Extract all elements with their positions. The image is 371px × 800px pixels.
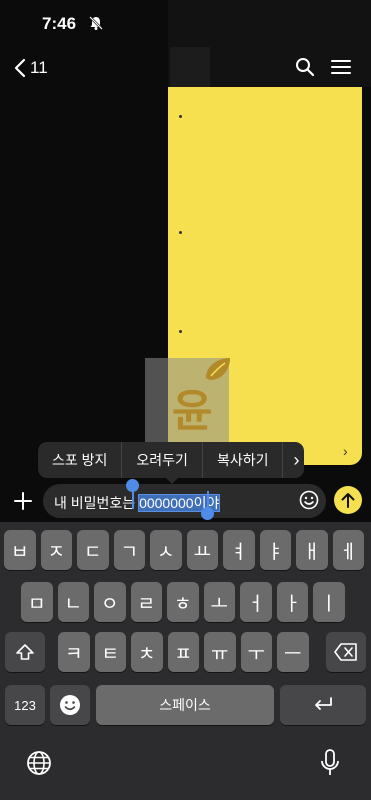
key[interactable]: ㅔ (332, 530, 364, 570)
message-thumbnail[interactable] (170, 47, 210, 87)
emoticon-logo: 윤 (170, 356, 232, 437)
key[interactable]: ㄹ (130, 582, 162, 622)
backspace-icon (334, 643, 357, 661)
key[interactable]: ㅍ (167, 632, 199, 672)
menu-more-button[interactable]: › (283, 442, 304, 478)
key[interactable]: ㅌ (94, 632, 126, 672)
key[interactable]: ㅑ (259, 530, 291, 570)
shift-icon (16, 644, 34, 660)
bell-off-icon (89, 16, 103, 30)
key[interactable]: ㅅ (150, 530, 182, 570)
key[interactable]: ㅠ (204, 632, 236, 672)
key[interactable]: ㄴ (57, 582, 89, 622)
key[interactable]: ㅎ (167, 582, 199, 622)
back-button[interactable]: 11 (14, 58, 50, 78)
input-text-prefix: 내 비밀번호는 (54, 495, 140, 511)
key[interactable]: ㅓ (240, 582, 272, 622)
key[interactable]: ㅗ (203, 582, 235, 622)
card-bullet (179, 115, 182, 118)
selection-end-handle[interactable] (201, 507, 214, 520)
card-bullet (179, 231, 182, 234)
text-context-menu: 스포 방지 오려두기 복사하기 › (38, 442, 304, 478)
card-more-chevron[interactable]: › (343, 443, 348, 459)
plus-icon (14, 492, 32, 510)
key[interactable]: ㅇ (94, 582, 126, 622)
chevron-left-icon (14, 58, 26, 78)
card-bullet (179, 330, 182, 333)
key[interactable]: ㅜ (240, 632, 272, 672)
key[interactable]: ㅏ (276, 582, 308, 622)
key[interactable]: ㅐ (296, 530, 328, 570)
status-time: 7:46 (42, 14, 77, 33)
korean-keyboard: ㅂㅈㄷㄱㅅㅛㅕㅑㅐㅔ ㅁㄴㅇㄹㅎㅗㅓㅏㅣ ㅋㅌㅊㅍㅠㅜㅡ 123 스페이스 (0, 522, 371, 800)
space-key[interactable]: 스페이스 (96, 685, 274, 725)
key[interactable]: ㅋ (58, 632, 90, 672)
message-input-text[interactable]: 내 비밀번호는 0000000이야 (54, 493, 221, 513)
key[interactable]: ㄷ (77, 530, 109, 570)
menu-icon[interactable] (331, 59, 351, 75)
attach-plus-button[interactable] (8, 486, 38, 516)
emoji-key-icon (60, 695, 80, 715)
emoji-key[interactable] (50, 685, 90, 725)
key[interactable]: ㅂ (4, 530, 36, 570)
key[interactable]: ㄱ (113, 530, 145, 570)
menu-item-cut[interactable]: 오려두기 (122, 442, 203, 478)
menu-item-copy[interactable]: 복사하기 (203, 442, 284, 478)
svg-text:윤: 윤 (172, 386, 212, 436)
unread-count: 11 (30, 58, 48, 77)
key[interactable]: ㅣ (313, 582, 345, 622)
menu-item-spoiler[interactable]: 스포 방지 (38, 442, 123, 478)
globe-icon[interactable] (26, 750, 52, 776)
key[interactable]: ㅕ (223, 530, 255, 570)
key[interactable]: ㅛ (186, 530, 218, 570)
search-icon[interactable] (295, 57, 315, 77)
key[interactable]: ㅡ (277, 632, 309, 672)
send-button[interactable] (334, 486, 362, 514)
backspace-key[interactable] (326, 632, 366, 672)
arrow-up-icon (341, 493, 355, 508)
emoji-icon[interactable] (299, 490, 319, 510)
shift-key[interactable] (5, 632, 45, 672)
context-menu-pointer (165, 477, 179, 484)
return-icon (315, 697, 332, 710)
key[interactable]: ㅈ (40, 530, 72, 570)
microphone-icon[interactable] (320, 748, 340, 778)
key[interactable]: ㅁ (21, 582, 53, 622)
key[interactable]: ㅊ (131, 632, 163, 672)
numbers-key[interactable]: 123 (5, 685, 45, 725)
return-key[interactable] (280, 685, 366, 725)
selection-start-bar (132, 489, 134, 509)
